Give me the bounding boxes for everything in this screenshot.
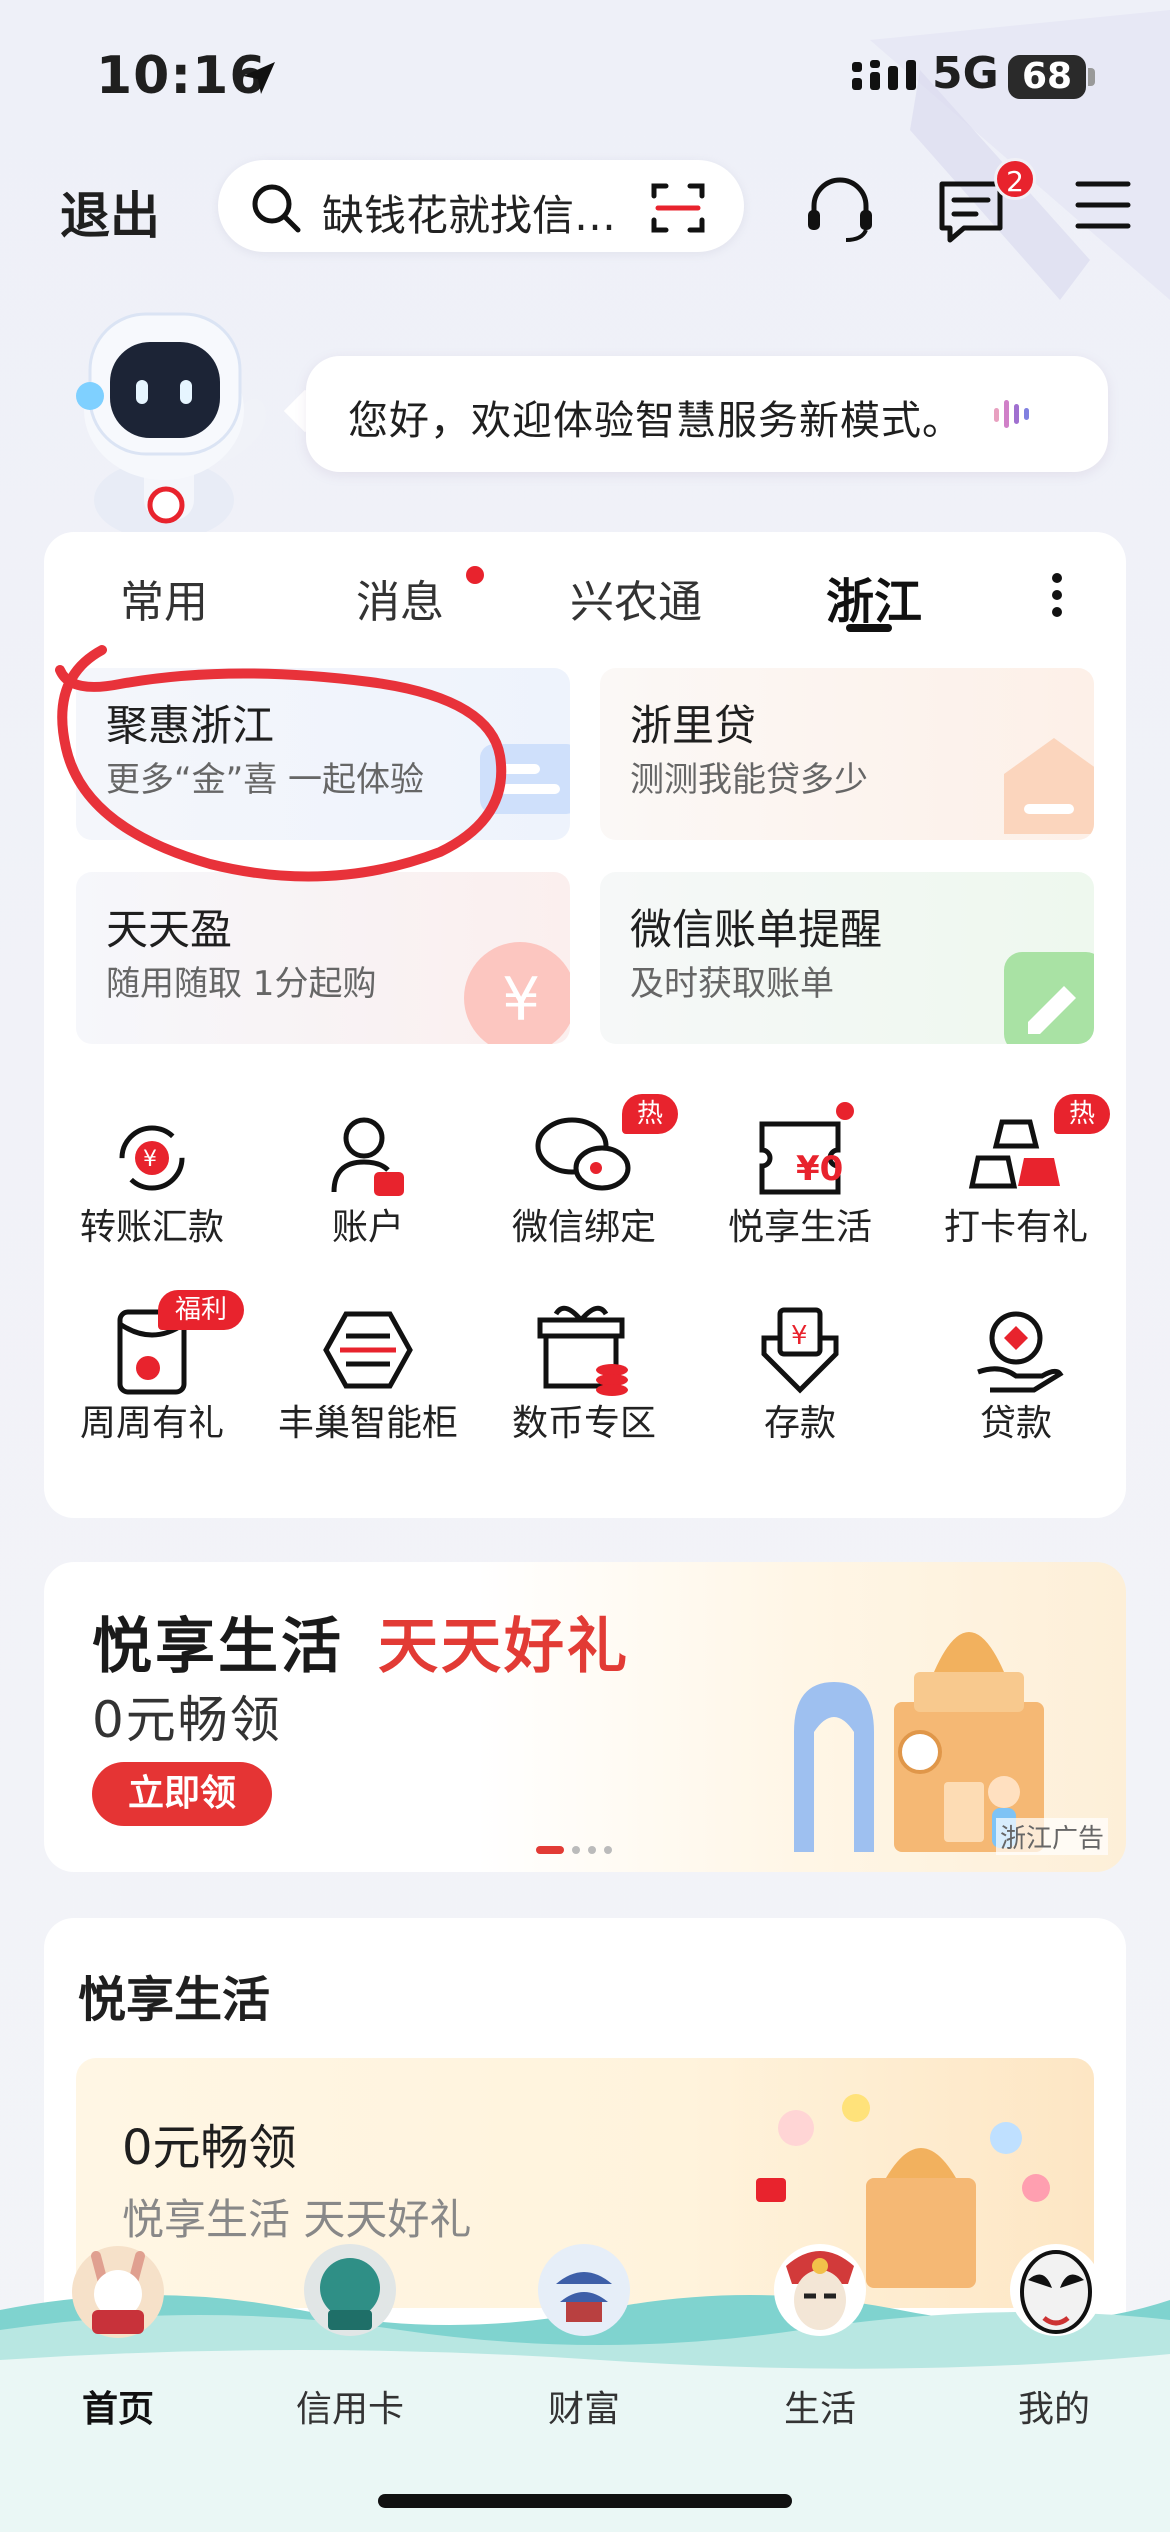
- svg-text:¥: ¥: [143, 1147, 157, 1172]
- fn-label: 数币专区: [511, 1403, 656, 1444]
- annotation-circle: [55, 645, 507, 882]
- credit-card-lion-icon[interactable]: [300, 2240, 400, 2340]
- svg-text:¥0: ¥0: [796, 1149, 843, 1189]
- tile-subtitle: 随用随取 1分起购: [106, 964, 377, 1004]
- fn-hive-box[interactable]: 丰巢智能柜: [268, 1298, 468, 1448]
- network-type: 5G: [932, 48, 999, 99]
- nav-home[interactable]: 首页: [38, 2380, 198, 2432]
- more-icon[interactable]: [1050, 570, 1064, 620]
- banner-title: 悦享生活: [92, 1612, 344, 1682]
- robot-assistant-icon[interactable]: [54, 300, 274, 540]
- search-input[interactable]: 缺钱花就找信…: [322, 182, 622, 243]
- claim-now-button[interactable]: 立即领: [92, 1762, 272, 1826]
- svg-text:¥: ¥: [791, 1321, 808, 1351]
- nav-credit-card[interactable]: 信用卡: [270, 2380, 430, 2432]
- signal-icon: [852, 60, 916, 90]
- banner-subtitle: 0元畅领: [92, 1691, 282, 1749]
- tab-messages-dot: [466, 566, 484, 584]
- tab-common[interactable]: 常用: [120, 566, 208, 630]
- wealth-temple-icon[interactable]: [534, 2240, 634, 2340]
- notify-dot: [836, 1102, 854, 1120]
- carousel-dot[interactable]: [588, 1846, 596, 1854]
- deposit-icon: ¥: [761, 1307, 839, 1394]
- edit-icon: [1004, 952, 1094, 1044]
- fn-loan[interactable]: 贷款: [916, 1298, 1116, 1448]
- message-badge: 2: [994, 158, 1036, 200]
- card-subtitle: 悦享生活 天天好礼: [122, 2195, 472, 2244]
- carousel-dot[interactable]: [604, 1846, 612, 1854]
- menu-icon[interactable]: [1074, 178, 1132, 232]
- tile-subtitle: 测测我能贷多少: [630, 760, 868, 800]
- location-arrow-icon: [243, 62, 275, 94]
- fn-transfer[interactable]: ¥ 转账汇款: [52, 1102, 252, 1252]
- svg-text:¥: ¥: [502, 965, 540, 1035]
- fn-digital-currency[interactable]: 数币专区: [484, 1298, 684, 1448]
- tab-active-underline: [846, 624, 892, 632]
- house-icon: [1004, 738, 1094, 834]
- scan-icon[interactable]: [650, 180, 706, 236]
- search-icon: [252, 184, 301, 233]
- customer-service-icon[interactable]: [802, 172, 878, 248]
- nav-mine[interactable]: 我的: [974, 2380, 1134, 2432]
- gift-coins-icon: [537, 1305, 628, 1396]
- fn-label: 账户: [331, 1207, 404, 1248]
- hot-badge: 热: [622, 1094, 678, 1134]
- voice-wave-icon[interactable]: [992, 394, 1036, 434]
- fn-label: 微信绑定: [511, 1207, 656, 1248]
- nav-life[interactable]: 生活: [740, 2380, 900, 2432]
- home-mascot-icon[interactable]: [66, 2236, 170, 2340]
- tab-xingnongtong[interactable]: 兴农通: [570, 566, 702, 630]
- battery-tip: [1088, 68, 1095, 86]
- fn-label: 转账汇款: [79, 1207, 224, 1248]
- fn-label: 贷款: [979, 1403, 1052, 1444]
- loan-hand-icon: [977, 1311, 1064, 1393]
- section-title: 悦享生活: [78, 1972, 271, 2028]
- tile-subtitle: 及时获取账单: [630, 964, 834, 1004]
- battery-indicator: 68: [1008, 55, 1086, 99]
- carousel-dot[interactable]: [572, 1846, 580, 1854]
- transfer-icon: ¥: [119, 1125, 185, 1191]
- fn-deposit[interactable]: ¥ 存款: [700, 1298, 900, 1448]
- account-icon: [331, 1117, 404, 1196]
- home-indicator[interactable]: [378, 2494, 792, 2508]
- tile-title: 微信账单提醒: [630, 905, 883, 954]
- fn-yuexiang-life[interactable]: ¥0 悦享生活: [700, 1102, 900, 1252]
- coupon-icon: ¥0: [759, 1121, 843, 1195]
- card-title: 0元畅领: [122, 2120, 297, 2176]
- carousel-dot-active[interactable]: [536, 1846, 564, 1854]
- welcome-text: 您好，欢迎体验智慧服务新模式。: [348, 398, 963, 444]
- ad-tag: 浙江广告: [996, 1818, 1109, 1855]
- nav-wealth[interactable]: 财富: [504, 2380, 664, 2432]
- yuan-coin-icon: ¥: [464, 942, 570, 1044]
- fn-label: 周周有礼: [79, 1403, 224, 1444]
- fn-label: 丰巢智能柜: [277, 1403, 458, 1444]
- fn-label: 存款: [763, 1403, 836, 1444]
- tile-title: 浙里贷: [630, 701, 757, 750]
- banner-title-highlight: 天天好礼: [378, 1612, 630, 1682]
- mine-mask-icon[interactable]: [1004, 2236, 1108, 2340]
- exit-button[interactable]: 退出: [60, 176, 160, 248]
- tab-messages[interactable]: 消息: [356, 566, 444, 630]
- welfare-badge: 福利: [158, 1290, 244, 1330]
- hive-box-icon: [323, 1311, 413, 1389]
- hot-badge: 热: [1054, 1094, 1110, 1134]
- tab-zhejiang[interactable]: 浙江: [826, 562, 922, 632]
- life-opera-icon[interactable]: [768, 2236, 872, 2340]
- fn-label: 打卡有礼: [943, 1207, 1088, 1248]
- fn-account[interactable]: 账户: [268, 1102, 468, 1252]
- fn-label: 悦享生活: [727, 1207, 872, 1248]
